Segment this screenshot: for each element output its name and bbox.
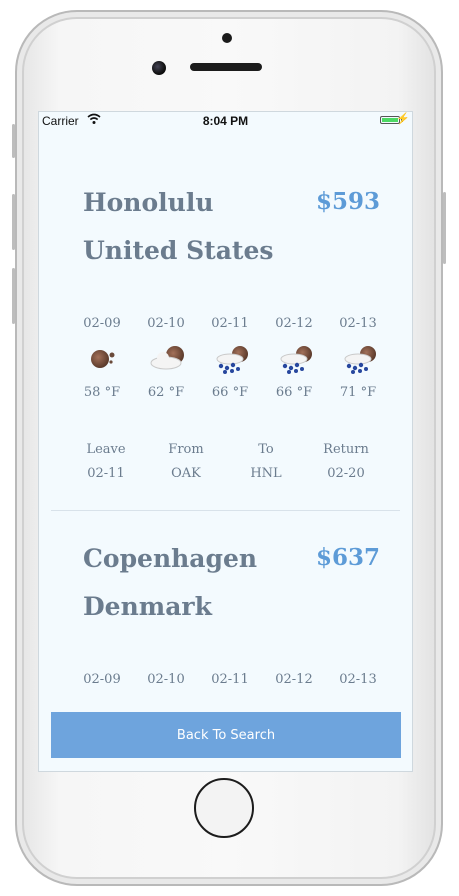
mute-switch	[12, 124, 15, 158]
forecast-day: 02-13	[335, 672, 381, 687]
forecast-temp: 66 °F	[275, 385, 313, 400]
forecast-date: 02-13	[339, 672, 377, 687]
country-name: Denmark	[83, 592, 212, 621]
city-name: Honolulu	[83, 188, 214, 217]
partly-cloudy-icon	[149, 344, 184, 372]
power-button	[443, 192, 446, 264]
volume-down-button	[12, 268, 15, 324]
forecast-day: 02-11	[207, 672, 253, 687]
return-label: Return	[323, 442, 369, 457]
forecast-temp: 71 °F	[339, 385, 377, 400]
forecast-date: 02-13	[339, 316, 377, 331]
to-airport: HNL	[250, 466, 282, 481]
app-screen: Carrier 8:04 PM ⚡ Honolulu United States…	[38, 111, 413, 772]
forecast-date: 02-12	[275, 316, 313, 331]
card-divider	[51, 510, 400, 511]
result-card[interactable]: Honolulu United States $593 02-09 58 °F …	[39, 112, 412, 512]
forecast-date: 02-11	[211, 316, 249, 331]
home-button[interactable]	[194, 778, 254, 838]
front-camera-icon	[152, 61, 166, 75]
forecast-date: 02-10	[147, 316, 185, 331]
rain-cloud-icon	[277, 344, 312, 374]
city-name: Copenhagen	[83, 544, 258, 573]
return-date: 02-20	[327, 466, 365, 481]
trip-return: Return 02-20	[311, 442, 381, 481]
forecast-day: 02-10	[143, 672, 189, 687]
forecast-date: 02-09	[83, 316, 121, 331]
forecast-date: 02-11	[211, 672, 249, 687]
back-to-search-button[interactable]: Back To Search	[51, 712, 401, 758]
leave-label: Leave	[86, 442, 126, 457]
country-name: United States	[83, 236, 274, 265]
forecast-date: 02-12	[275, 672, 313, 687]
forecast-day: 02-11 66 °F	[207, 316, 253, 400]
forecast-day: 02-09	[79, 672, 125, 687]
forecast-date: 02-09	[83, 672, 121, 687]
rain-cloud-icon	[341, 344, 376, 374]
from-label: From	[168, 442, 204, 457]
forecast-temp: 58 °F	[83, 385, 121, 400]
forecast-day: 02-13 71 °F	[335, 316, 381, 400]
forecast-date: 02-10	[147, 672, 185, 687]
flight-price: $593	[315, 188, 380, 215]
from-airport: OAK	[171, 466, 201, 481]
trip-from: From OAK	[151, 442, 221, 481]
forecast-day: 02-12	[271, 672, 317, 687]
volume-up-button	[12, 194, 15, 250]
leave-date: 02-11	[87, 466, 125, 481]
earpiece-speaker	[190, 63, 262, 71]
to-label: To	[258, 442, 274, 457]
flight-price: $637	[315, 544, 380, 571]
forecast-day: 02-12 66 °F	[271, 316, 317, 400]
sensor-dot	[222, 33, 232, 43]
trip-to: To HNL	[231, 442, 301, 481]
forecast-temp: 66 °F	[211, 385, 249, 400]
forecast-day: 02-10 62 °F	[143, 316, 189, 400]
forecast-temp: 62 °F	[147, 385, 185, 400]
weather-forecast: 02-09 58 °F 02-10 62 °F 02-11 66 °F 02-1…	[79, 316, 394, 416]
rain-cloud-icon	[213, 344, 248, 374]
sunny-partly-icon	[85, 344, 119, 372]
trip-leave: Leave 02-11	[71, 442, 141, 481]
forecast-day: 02-09 58 °F	[79, 316, 125, 400]
